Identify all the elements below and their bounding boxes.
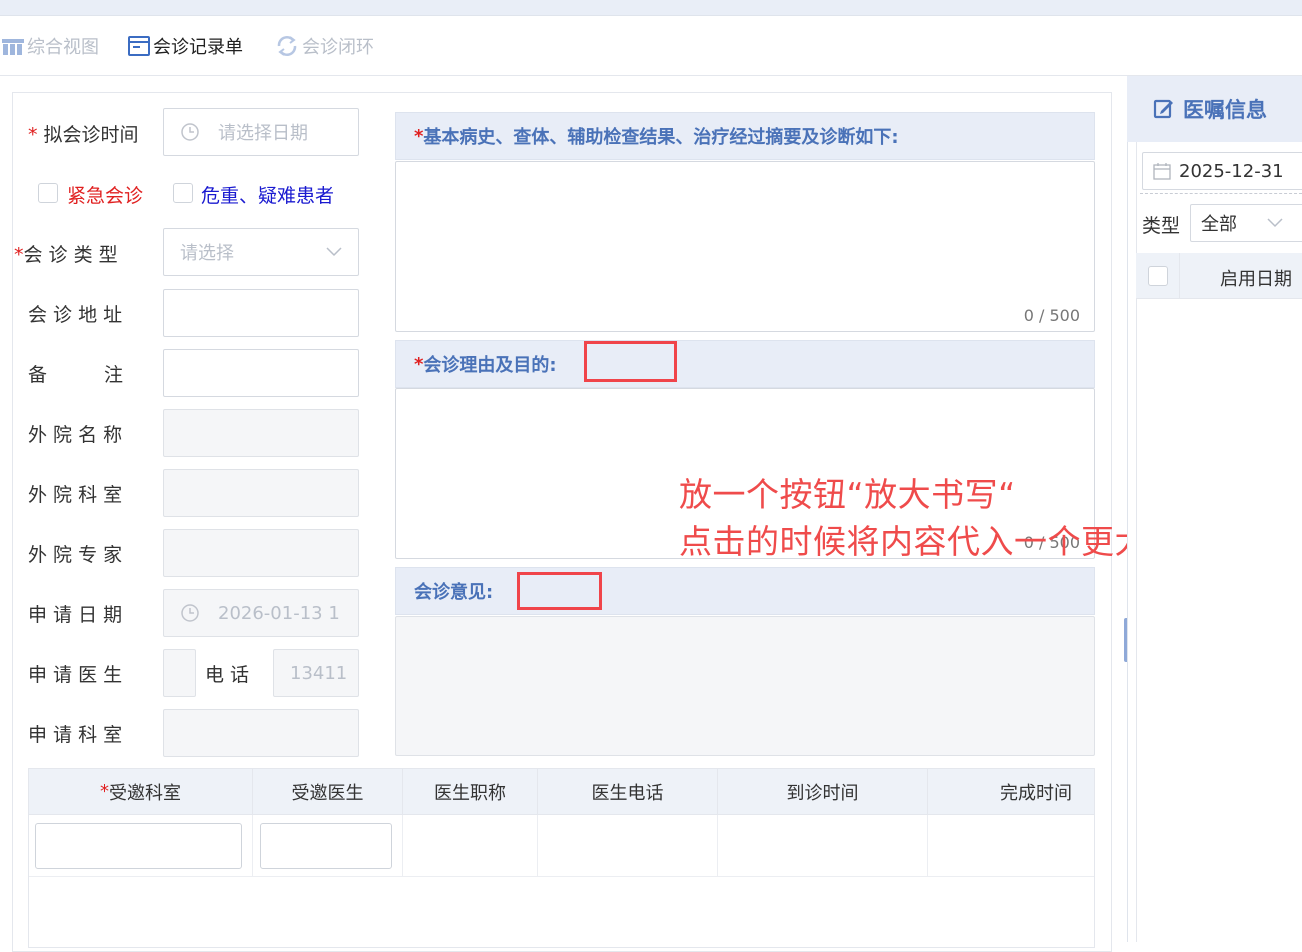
opinion-section-header: 会诊意见: [395,567,1095,615]
orders-type-label: 类型 [1142,215,1181,237]
orders-date-value: 2025-12-31 [1179,160,1284,182]
col-header-finish-time: 完成时间 [928,769,1094,815]
address-label: 会 诊 地 址 [28,304,123,326]
reason-section-header: * 会诊理由及目的: [395,340,1095,388]
address-input[interactable] [163,289,359,337]
tab-closed-loop-label: 会诊闭环 [302,37,374,58]
outer-hospital-label: 外 院 名 称 [28,424,123,446]
chevron-down-icon [1267,218,1283,228]
planned-time-label: * 拟会诊时间 [28,124,139,146]
critical-label: 危重、疑难患者 [201,185,335,207]
phone-label: 电 话 [205,664,250,686]
top-band [0,0,1302,16]
orders-date-picker[interactable]: 2025-12-31 [1142,152,1302,190]
phone-value: 13411 [290,662,348,684]
orders-panel-title: 医嘱信息 [1183,98,1267,122]
orders-type-value: 全部 [1201,214,1237,235]
tab-record[interactable]: 会诊记录单 [128,16,243,76]
opinion-highlight-box [517,572,602,610]
opinion-textarea[interactable] [395,616,1095,756]
toolbar: 综合视图 会诊记录单 会诊闭环 [0,16,1302,76]
col-header-arrival-time: 到诊时间 [718,769,928,815]
invited-doctors-table: * 受邀科室 受邀医生 医生职称 医生电话 到诊时间 完成时间 [28,768,1095,948]
col-header-doctor-phone: 医生电话 [538,769,718,815]
required-mark: * [14,244,24,266]
critical-checkbox[interactable] [173,183,193,203]
chevron-down-icon [326,247,342,257]
reason-highlight-box [584,341,677,382]
invited-doctor-input[interactable] [260,823,392,869]
table-cell [928,815,1094,877]
orders-table-header: 启用日期 [1136,253,1302,299]
opinion-section-title: 会诊意见: [414,582,494,603]
clock-icon [181,123,199,141]
table-cell [29,815,253,877]
apply-date-picker[interactable]: 2026-01-13 1 [163,589,359,637]
history-textarea[interactable]: 0 / 500 [395,161,1095,332]
history-section-title: 基本病史、查体、辅助检查结果、治疗经过摘要及诊断如下: [423,127,899,148]
outer-dept-label: 外 院 科 室 [28,484,123,506]
tab-overview[interactable]: 综合视图 [2,16,99,76]
remark-label: 备 注 [28,364,124,386]
column-divider [1179,253,1180,299]
table-cell [253,815,403,877]
consult-type-select[interactable]: 请选择 [163,228,359,276]
annotation-line-1: 放一个按钮“放大书写“ [679,475,1016,514]
urgent-label: 紧急会诊 [67,185,144,207]
calendar-icon [1153,163,1171,180]
tab-record-label: 会诊记录单 [153,37,243,58]
tab-closed-loop[interactable]: 会诊闭环 [275,16,374,76]
apply-dept-label: 申 请 科 室 [28,724,123,746]
consult-type-label: *会 诊 类 型 [14,244,118,266]
phone-input[interactable]: 13411 [273,649,359,697]
planned-time-placeholder: 请选择日期 [218,123,308,144]
edit-icon [1153,99,1173,119]
remark-input[interactable] [163,349,359,397]
tab-overview-label: 综合视图 [27,37,99,58]
orders-type-select[interactable]: 全部 [1190,204,1302,242]
table-cell [538,815,718,877]
outer-expert-input[interactable] [163,529,359,577]
col-header-start-date: 启用日期 [1220,269,1292,290]
apply-date-value: 2026-01-13 1 [218,602,340,624]
outer-dept-input[interactable] [163,469,359,517]
col-header-doctor-title: 医生职称 [403,769,538,815]
outer-hospital-input[interactable] [163,409,359,457]
reason-section-title: 会诊理由及目的: [423,355,557,376]
apply-doctor-input[interactable] [163,649,196,697]
refresh-icon [277,36,297,56]
col-header-invited-dept: * 受邀科室 [29,769,253,815]
history-char-counter: 0 / 500 [1023,306,1080,325]
clock-icon [181,604,199,622]
table-cell [718,815,928,877]
urgent-checkbox[interactable] [38,183,58,203]
outer-expert-label: 外 院 专 家 [28,544,123,566]
invited-dept-input[interactable] [35,823,242,869]
select-all-checkbox[interactable] [1148,266,1168,286]
divider-line [1140,193,1302,194]
apply-date-label: 申 请 日 期 [28,604,123,626]
required-mark: * [100,781,109,802]
planned-time-picker[interactable]: 请选择日期 [163,108,359,156]
apply-dept-input[interactable] [163,709,359,757]
overview-icon [2,39,24,55]
history-section-header: * 基本病史、查体、辅助检查结果、治疗经过摘要及诊断如下: [395,112,1095,160]
apply-doctor-label: 申 请 医 生 [28,664,123,686]
consult-type-placeholder: 请选择 [180,243,234,264]
form-icon [128,36,150,56]
orders-panel-header: 医嘱信息 [1127,76,1302,142]
required-mark: * [28,124,44,146]
table-cell [403,815,538,877]
col-header-invited-doctor: 受邀医生 [253,769,403,815]
